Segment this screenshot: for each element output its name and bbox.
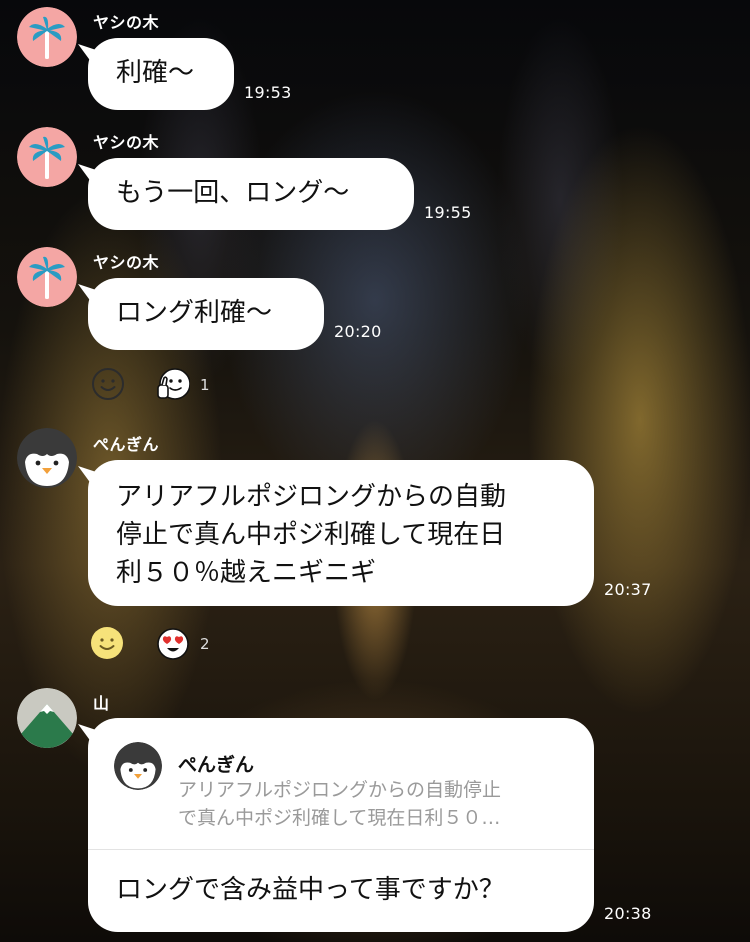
sender-name: ヤシの木 <box>93 133 160 152</box>
sender-avatar[interactable] <box>17 428 77 488</box>
message-time: 20:38 <box>604 904 652 923</box>
reaction-badge[interactable] <box>156 627 190 661</box>
add-reaction-button[interactable] <box>91 367 125 401</box>
mountain-icon <box>17 688 77 748</box>
reply-message-bubble[interactable]: ぺんぎん アリアフルポジロングからの自動停止 で真ん中ポジ利確して現在日利５０…… <box>88 718 594 932</box>
add-reaction-smile-icon <box>92 368 124 400</box>
message-text: アリアフルポジロングからの自動 停止で真ん中ポジ利確して現在日 利５０％越えニギ… <box>116 482 507 588</box>
message-bubble[interactable]: ロング利確〜 <box>88 278 324 350</box>
sender-avatar[interactable] <box>17 7 77 67</box>
message-time: 19:53 <box>244 83 292 102</box>
message-time: 19:55 <box>424 203 472 222</box>
penguin-icon <box>114 742 162 790</box>
sender-avatar[interactable] <box>17 247 77 307</box>
add-reaction-smile-icon <box>91 627 123 659</box>
reaction-count: 2 <box>200 635 210 653</box>
sender-avatar[interactable] <box>17 127 77 187</box>
message-time: 20:37 <box>604 580 652 599</box>
sender-name: 山 <box>93 694 110 713</box>
palm-tree-icon <box>17 247 77 307</box>
heart-eyes-icon <box>157 628 189 660</box>
add-reaction-button[interactable] <box>90 626 124 660</box>
sender-name: ヤシの木 <box>93 13 160 32</box>
message-time: 20:20 <box>334 322 382 341</box>
quoted-avatar <box>114 742 162 790</box>
sender-name: ヤシの木 <box>93 253 160 272</box>
message-text: 利確〜 <box>116 58 195 88</box>
palm-tree-icon <box>17 127 77 187</box>
message-text: ロング利確〜 <box>116 298 273 328</box>
sender-avatar[interactable] <box>17 688 77 748</box>
reaction-count: 1 <box>200 376 210 394</box>
quoted-text: アリアフルポジロングからの自動停止 で真ん中ポジ利確して現在日利５０… <box>178 779 502 829</box>
sender-name: ぺんぎん <box>93 435 160 454</box>
message-text: ロングで含み益中って事ですか？ <box>116 875 505 905</box>
message-bubble[interactable]: もう一回、ロング〜 <box>88 158 414 230</box>
message-bubble[interactable]: 利確〜 <box>88 38 234 110</box>
message-bubble[interactable]: アリアフルポジロングからの自動 停止で真ん中ポジ利確して現在日 利５０％越えニギ… <box>88 460 594 606</box>
thumbs-up-face-icon <box>157 368 190 400</box>
penguin-icon <box>17 428 77 488</box>
quoted-message[interactable]: ぺんぎん アリアフルポジロングからの自動停止 で真ん中ポジ利確して現在日利５０… <box>88 718 594 850</box>
reaction-badge[interactable] <box>156 367 190 401</box>
message-text: もう一回、ロング〜 <box>116 178 350 208</box>
palm-tree-icon <box>17 7 77 67</box>
